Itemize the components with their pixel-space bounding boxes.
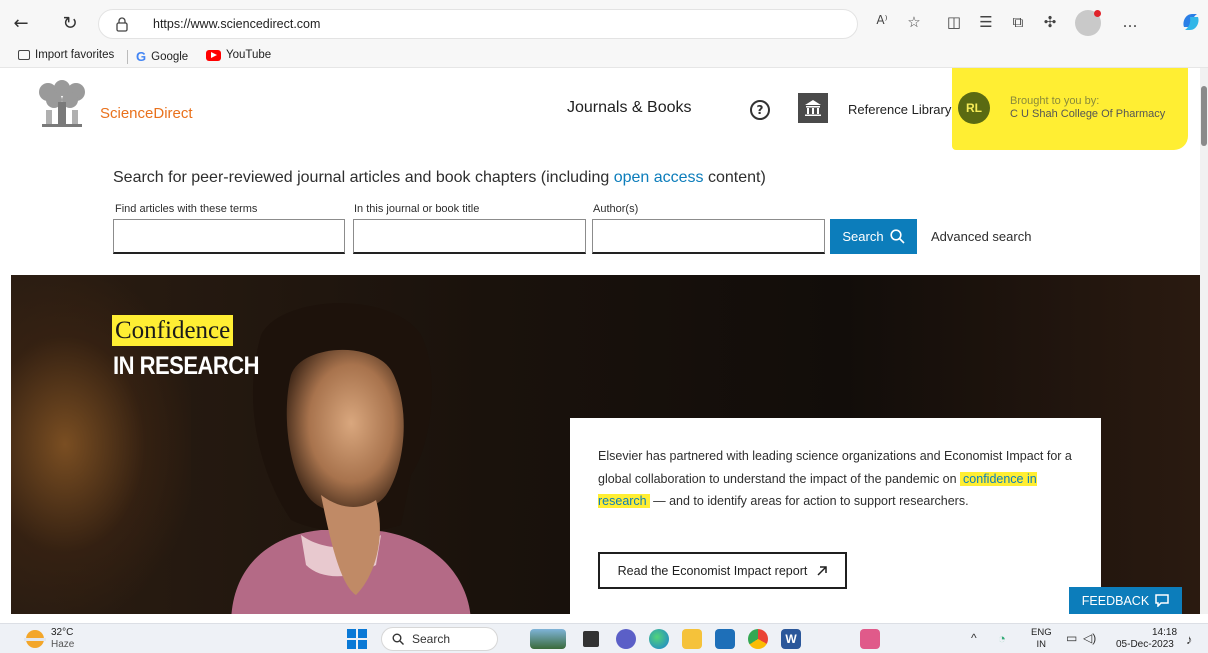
import-icon [18, 50, 30, 60]
copilot-icon[interactable] [1180, 11, 1202, 33]
display-icon[interactable]: ▭ [1066, 631, 1077, 645]
notification-dot-icon [1094, 10, 1101, 17]
hero-title-in-research: IN RESEARCH [113, 351, 260, 380]
hero-banner: Confidence IN RESEARCH Elsevier has part… [11, 275, 1200, 614]
word-icon[interactable]: W [781, 629, 801, 649]
sciencedirect-brand[interactable]: ScienceDirect [100, 105, 193, 122]
author-label: Author(s) [593, 203, 639, 215]
browser-toolbar: ← ↻ https://www.sciencedirect.com A⁾ ☆ ◫… [0, 0, 1208, 46]
search-button[interactable]: Search [830, 219, 917, 254]
feedback-button[interactable]: FEEDBACK [1069, 587, 1182, 614]
web-page: ScienceDirect Journals & Books ? Referen… [0, 68, 1200, 614]
import-favorites-link[interactable]: Import favorites [18, 49, 114, 61]
temperature: 32°C [51, 627, 74, 638]
snipping-tool-icon[interactable] [860, 629, 880, 649]
volume-icon[interactable]: ◁) [1083, 631, 1096, 645]
institution-name: C U Shah College Of Pharmacy [1010, 108, 1166, 120]
youtube-icon [206, 49, 221, 61]
building-icon [805, 100, 821, 116]
page-scrollbar[interactable] [1200, 68, 1208, 614]
youtube-favorite[interactable]: YouTube [206, 49, 271, 61]
favorites-divider [127, 50, 128, 64]
terms-label: Find articles with these terms [115, 203, 258, 215]
user-avatar[interactable]: RL [958, 92, 990, 124]
google-icon: G [136, 49, 147, 64]
split-screen-icon[interactable]: ◫ [944, 13, 964, 31]
task-view-icon[interactable] [583, 631, 599, 647]
clock-time[interactable]: 14:18 [1152, 627, 1177, 638]
info-card: Elsevier has partnered with leading scie… [570, 418, 1101, 614]
taskbar: 32°C Haze Search W ^ ◔ ENG IN ▭ ◁) 14:18… [0, 623, 1208, 653]
reference-library-link[interactable]: Reference Library [848, 102, 951, 117]
more-options-icon[interactable]: … [1120, 13, 1140, 31]
hero-title-confidence: Confidence [112, 315, 234, 346]
author-input[interactable] [592, 219, 825, 254]
journal-input[interactable] [353, 219, 586, 254]
profile-avatar-icon[interactable] [1075, 10, 1101, 36]
address-bar[interactable]: https://www.sciencedirect.com [98, 9, 858, 39]
scrollbar-thumb[interactable] [1201, 86, 1207, 146]
institution-icon[interactable] [798, 93, 828, 123]
taskbar-search-box[interactable]: Search [381, 627, 498, 651]
elsevier-tree-logo[interactable] [34, 80, 90, 130]
clock-date[interactable]: 05-Dec-2023 [1116, 639, 1174, 650]
weather-sun-icon[interactable] [24, 630, 46, 648]
language-indicator[interactable]: ENG IN [1031, 627, 1052, 651]
brought-to-you-label: Brought to you by: [1010, 95, 1100, 107]
open-access-link[interactable]: open access [614, 169, 704, 186]
favorite-star-icon[interactable]: ☆ [904, 13, 924, 31]
page-bottom-strip [0, 614, 1208, 623]
collections-icon[interactable]: ⧉ [1008, 13, 1028, 31]
edge-browser-icon[interactable] [649, 629, 669, 649]
teams-chat-icon[interactable] [616, 629, 636, 649]
refresh-icon[interactable]: ↻ [59, 12, 81, 34]
read-aloud-icon[interactable]: A⁾ [872, 13, 892, 27]
lock-icon [116, 17, 128, 32]
external-arrow-icon [817, 565, 828, 576]
help-icon[interactable]: ? [750, 100, 770, 120]
read-report-button[interactable]: Read the Economist Impact report [598, 552, 847, 589]
favorites-bar: Import favorites G Google YouTube [0, 46, 1208, 68]
favorites-list-icon[interactable]: ☰ [976, 13, 996, 31]
url-text[interactable]: https://www.sciencedirect.com [153, 17, 320, 31]
chrome-icon[interactable] [748, 629, 768, 649]
widgets-scene-icon[interactable] [530, 629, 566, 649]
weather-status: Haze [51, 639, 75, 650]
card-description: Elsevier has partnered with leading scie… [598, 449, 1072, 508]
search-heading: Search for peer-reviewed journal article… [113, 169, 766, 186]
windows-start-icon[interactable] [347, 629, 367, 649]
journal-label: In this journal or book title [354, 203, 480, 215]
google-favorite[interactable]: G Google [136, 49, 188, 64]
file-explorer-icon[interactable] [682, 629, 702, 649]
journals-books-link[interactable]: Journals & Books [567, 99, 692, 117]
search-icon [392, 633, 404, 645]
chevron-up-icon[interactable]: ^ [971, 631, 977, 645]
mail-icon[interactable] [715, 629, 735, 649]
search-icon [889, 229, 905, 244]
back-arrow-icon[interactable]: ← [10, 12, 32, 34]
network-icon[interactable]: ◔ [998, 631, 1006, 646]
terms-input[interactable] [113, 219, 345, 254]
chat-bubble-icon [1155, 594, 1169, 607]
advanced-search-link[interactable]: Advanced search [931, 229, 1031, 244]
extensions-icon[interactable]: ✣ [1040, 13, 1060, 31]
notification-bell-icon[interactable]: ♪ [1186, 632, 1193, 647]
